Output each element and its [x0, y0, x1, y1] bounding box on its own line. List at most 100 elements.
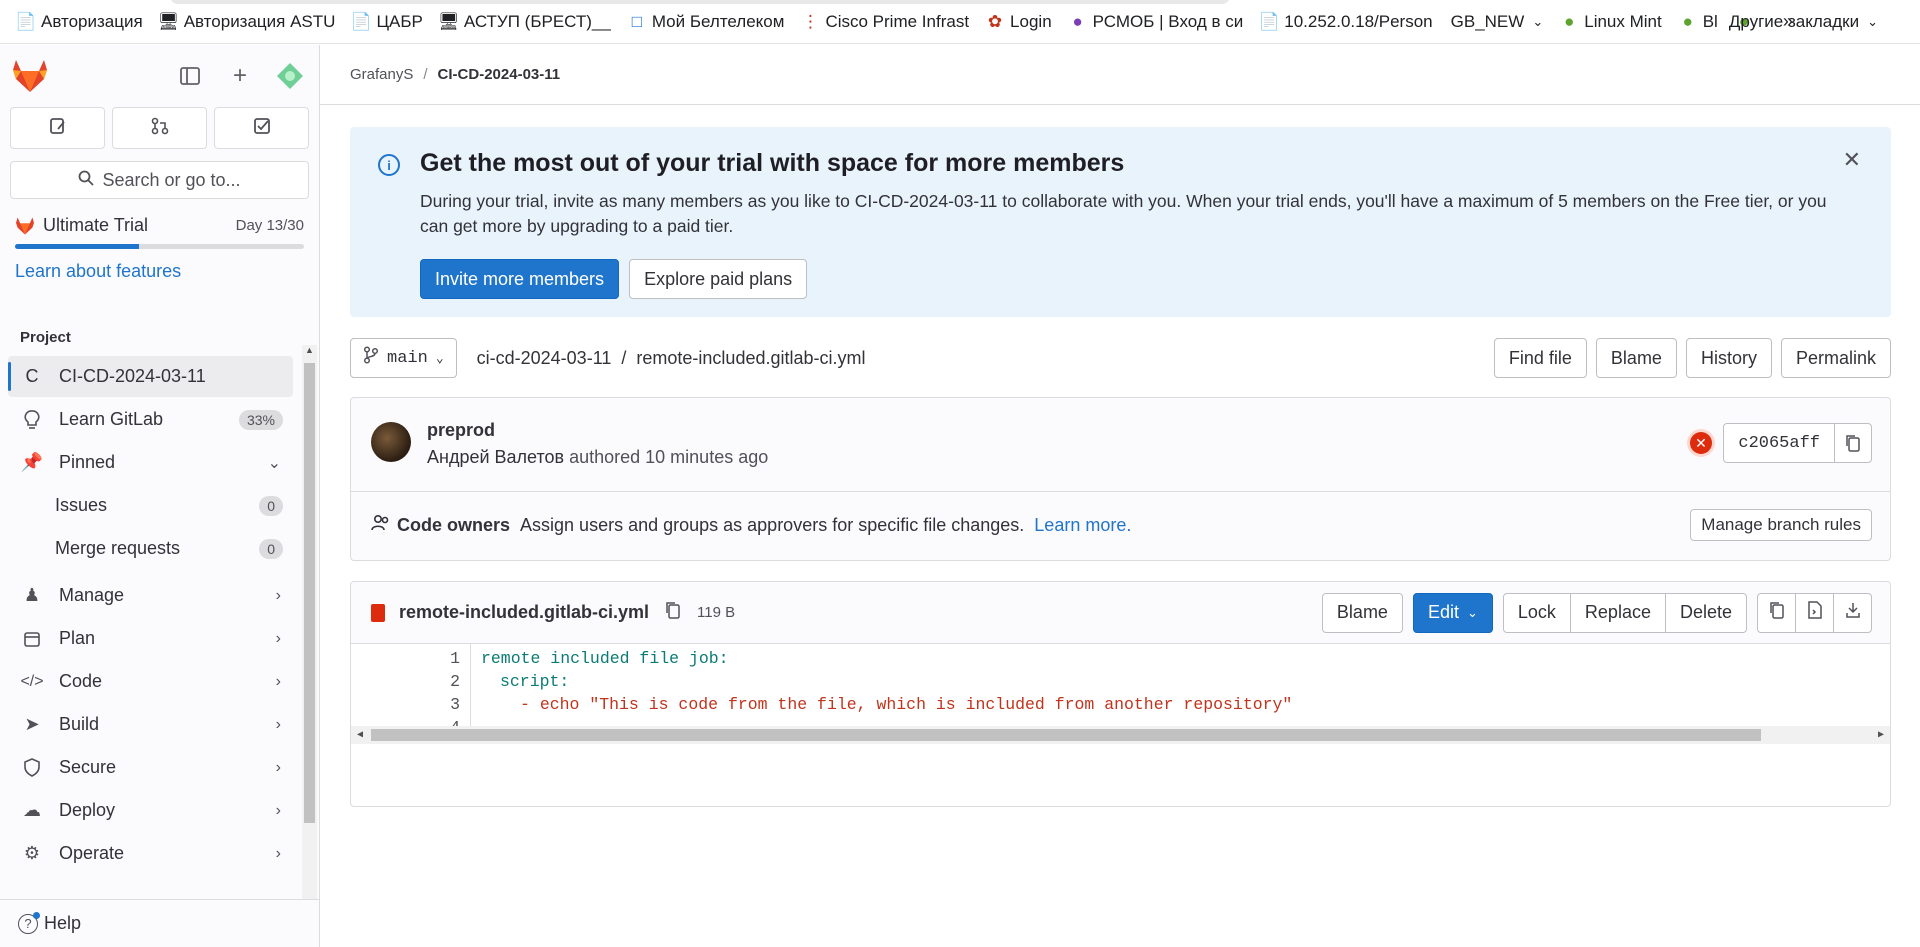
bookmark-item[interactable]: □ Мой Белтелеком [629, 12, 785, 32]
commit-author[interactable]: Андрей Валетов [427, 447, 564, 467]
scroll-right-icon[interactable]: ▶ [1872, 726, 1890, 744]
bookmark-item[interactable]: 📄 ЦАБР [351, 12, 423, 32]
code-owners: Code owners Assign users and groups as a… [371, 514, 1131, 537]
learn-more-link[interactable]: Learn more. [1034, 515, 1131, 536]
line-number[interactable]: 3 [351, 693, 460, 716]
line-number[interactable]: 2 [351, 670, 460, 693]
author-avatar[interactable] [371, 422, 411, 462]
scroll-left-icon[interactable]: ◀ [351, 726, 369, 744]
main-content: GrafanyS / CI-CD-2024-03-11 i Get the mo… [320, 45, 1920, 947]
permalink-button[interactable]: Permalink [1780, 338, 1891, 378]
copy-contents-button[interactable] [1757, 592, 1796, 633]
branch-selector[interactable]: main ⌄ [350, 338, 457, 378]
copy-path-icon[interactable] [665, 601, 681, 624]
progress-badge: 33% [238, 409, 283, 430]
horizontal-scrollbar[interactable]: ◀ ▶ [351, 726, 1890, 744]
trial-progress-fill [15, 244, 140, 249]
sidebar-item-build[interactable]: ➤ Build › [8, 704, 293, 745]
question-icon: ? [18, 911, 40, 934]
user-avatar[interactable] [275, 61, 305, 91]
pipeline-failed-icon[interactable]: ✕ [1690, 432, 1712, 454]
learn-about-features-link[interactable]: Learn about features [15, 261, 304, 282]
collapse-sidebar-icon[interactable] [175, 61, 205, 91]
sidebar-item-code[interactable]: </> Code › [8, 661, 293, 702]
bookmark-item[interactable]: 🖥 АСТУП (БРЕСТ)__ [438, 12, 611, 32]
trial-status[interactable]: Ultimate Trial Day 13/30 Learn about fea… [0, 199, 319, 282]
sidebar-scrollbar[interactable]: ▲ ▼ [302, 345, 317, 940]
sidebar-nav: Project C CI-CD-2024-03-11 Learn GitLab … [0, 301, 319, 899]
search-button[interactable]: Search or go to... [10, 161, 309, 199]
find-file-button[interactable]: Find file [1493, 338, 1587, 378]
sidebar-item-plan[interactable]: Plan › [8, 618, 293, 659]
close-icon[interactable]: ✕ [1843, 147, 1861, 173]
sidebar-item-secure[interactable]: Secure › [8, 747, 293, 788]
chevron-right-icon: › [275, 715, 281, 733]
sidebar-item-manage[interactable]: ♟ Manage › [8, 575, 293, 616]
todo-list-button[interactable] [214, 107, 309, 149]
bookmarks-bar: 📄 Авторизация 🖥 Авторизация ASTU 📄 ЦАБР 🖥 АС… [0, 0, 1920, 44]
breadcrumb-group[interactable]: GrafanyS [350, 66, 413, 83]
bookmark-item[interactable]: ● РСМОБ | Вход в си [1070, 12, 1244, 32]
lock-button[interactable]: Lock [1502, 592, 1571, 633]
sidebar-item-operate[interactable]: ⚙ Operate › [8, 833, 293, 874]
sidebar-item-merge-requests[interactable]: Merge requests 0 [8, 528, 293, 569]
file-header: remote-included.gitlab-ci.yml 119 B Blam… [351, 582, 1890, 644]
path-repo[interactable]: ci-cd-2024-03-11 [477, 348, 612, 368]
edit-button[interactable]: Edit ⌄ [1412, 592, 1493, 633]
sidebar-item-label: Manage [59, 585, 125, 605]
copy-icon[interactable] [1835, 424, 1871, 462]
assigned-issues-button[interactable] [10, 107, 105, 149]
yaml-key: remote included file job: [481, 649, 729, 668]
search-icon [78, 170, 95, 191]
yaml-key: script: [500, 672, 570, 691]
breadcrumb-separator: / [423, 66, 428, 83]
commit-message[interactable]: preprod [427, 420, 495, 441]
sidebar-item-pinned[interactable]: 📌 Pinned ⌄ [8, 442, 293, 483]
code-owners-desc: Assign users and groups as approvers for… [520, 515, 1025, 535]
help-button[interactable]: ? Help [0, 899, 319, 947]
bookmark-item[interactable]: 📄 10.252.0.18/Person [1258, 11, 1433, 32]
commit-sha-text[interactable]: c2065aff [1724, 424, 1835, 462]
issues-icon [49, 117, 67, 140]
blame-button[interactable]: Blame [1595, 338, 1677, 378]
other-bookmarks[interactable]: Другие закладки ⌄ [1729, 0, 1878, 43]
breadcrumb-project[interactable]: CI-CD-2024-03-11 [438, 66, 561, 83]
plus-icon[interactable]: + [225, 61, 255, 91]
bookmark-item[interactable]: 🖥 Авторизация ASTU [158, 12, 336, 32]
page-icon: 📄 [1258, 11, 1280, 31]
trial-banner: i Get the most out of your trial with sp… [350, 127, 1891, 317]
sidebar-item-issues[interactable]: Issues 0 [8, 485, 293, 526]
trial-label: Ultimate Trial [43, 215, 149, 235]
file-path: ci-cd-2024-03-11 / remote-included.gitlab-… [477, 348, 866, 369]
sidebar-item-label: CI-CD-2024-03-11 [59, 366, 206, 386]
bookmark-item[interactable]: ⋮ Cisco Prime Infrast [802, 12, 969, 32]
gitlab-logo-icon[interactable] [12, 59, 48, 93]
merge-requests-button[interactable] [112, 107, 207, 149]
sidebar-item-deploy[interactable]: ☁ Deploy › [8, 790, 293, 831]
bookmark-item[interactable]: ● Bl [1680, 12, 1718, 32]
delete-button[interactable]: Delete [1664, 592, 1747, 633]
file-blame-button[interactable]: Blame [1321, 592, 1403, 633]
sidebar-item-project[interactable]: C CI-CD-2024-03-11 [8, 356, 293, 397]
line-number[interactable]: 1 [351, 647, 460, 670]
invite-members-button[interactable]: Invite more members [420, 259, 620, 299]
manage-branch-rules-button[interactable]: Manage branch rules [1690, 509, 1872, 541]
scrollbar-thumb[interactable] [304, 363, 315, 823]
scrollbar-thumb[interactable] [371, 729, 1761, 741]
download-button[interactable] [1833, 592, 1872, 633]
huawei-icon: ✿ [987, 11, 1003, 31]
bookmark-item[interactable]: ✿ Login [987, 12, 1052, 32]
sidebar-item-label: Secure [59, 757, 117, 777]
replace-button[interactable]: Replace [1569, 592, 1666, 633]
scroll-up-icon[interactable]: ▲ [302, 345, 317, 360]
bookmark-item[interactable]: ● Linux Mint [1561, 12, 1662, 32]
sidebar-item-learn-gitlab[interactable]: Learn GitLab 33% [8, 399, 293, 440]
code-view[interactable]: 1 2 3 4 remote included file job: script… [351, 644, 1890, 744]
bookmark-item[interactable]: 📄 Авторизация [15, 12, 142, 32]
bookmark-folder[interactable]: GB_NEW ⌄ [1451, 12, 1544, 32]
explore-plans-button[interactable]: Explore paid plans [629, 259, 808, 299]
chevron-right-icon: › [275, 672, 281, 690]
open-raw-button[interactable] [1795, 592, 1834, 633]
history-button[interactable]: History [1685, 338, 1772, 378]
chevron-right-icon: › [275, 801, 281, 819]
